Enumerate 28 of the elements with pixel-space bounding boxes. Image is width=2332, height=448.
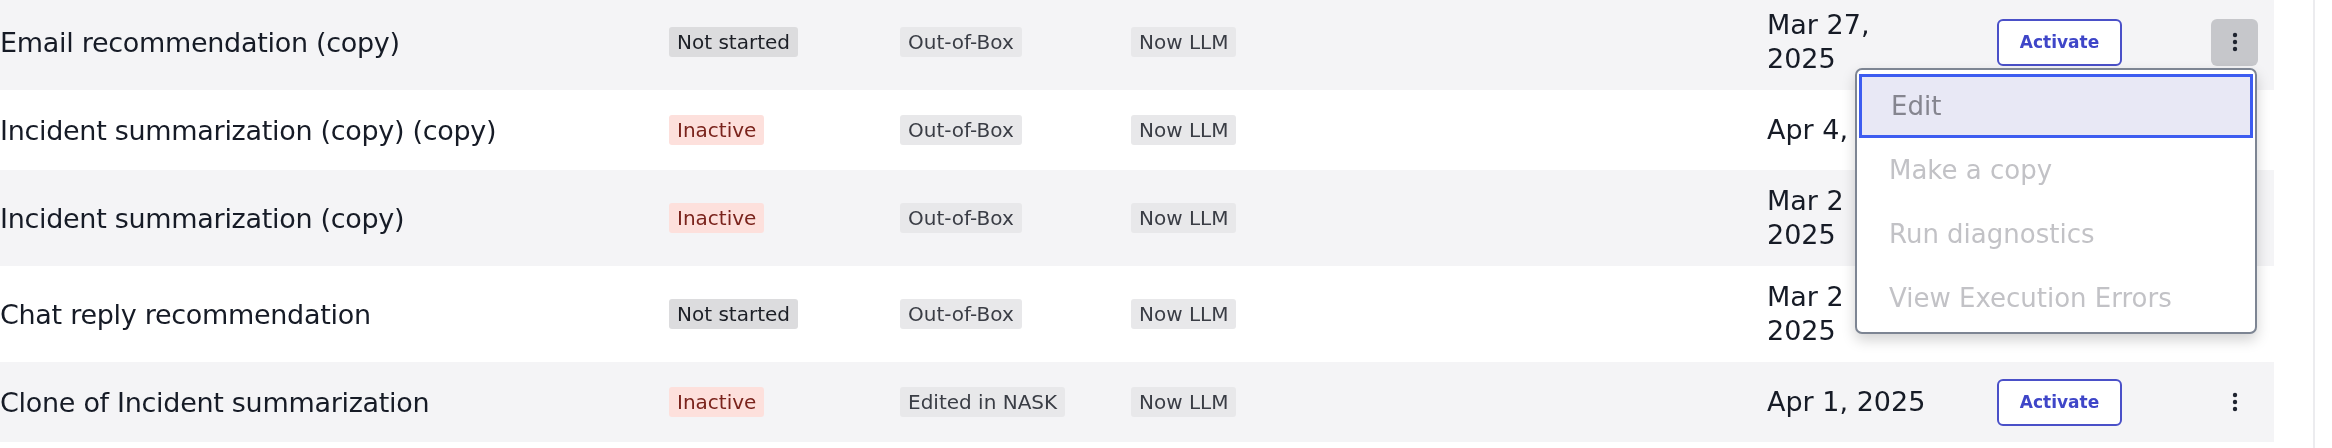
date-text: Apr 1, 2025 <box>1767 386 1926 417</box>
model-tag: Now LLM <box>1131 115 1237 145</box>
model-tag: Now LLM <box>1131 27 1237 57</box>
status-badge: Not started <box>669 299 798 329</box>
source-tag: Out-of-Box <box>900 299 1022 329</box>
date-text: Mar 2 2025 <box>1767 281 1844 346</box>
date-text: Apr 4, <box>1767 114 1849 145</box>
model-tag: Now LLM <box>1131 203 1237 233</box>
item-name: Email recommendation (copy) <box>0 26 400 58</box>
source-tag: Out-of-Box <box>900 27 1022 57</box>
more-options-icon[interactable] <box>2211 18 2258 66</box>
status-badge: Not started <box>669 27 798 57</box>
model-tag: Now LLM <box>1131 299 1237 329</box>
date-text: Mar 2 2025 <box>1767 185 1844 250</box>
status-badge: Inactive <box>669 387 765 417</box>
source-tag: Edited in NASK <box>900 387 1066 417</box>
item-name: Clone of Incident summarization <box>0 386 430 418</box>
source-tag: Out-of-Box <box>900 115 1022 145</box>
status-badge: Inactive <box>669 115 765 145</box>
model-tag: Now LLM <box>1131 387 1237 417</box>
activate-button[interactable]: Activate <box>1997 378 2122 426</box>
source-tag: Out-of-Box <box>900 203 1022 233</box>
status-badge: Inactive <box>669 203 765 233</box>
activate-button[interactable]: Activate <box>1997 18 2122 66</box>
item-name: Incident summarization (copy) <box>0 202 405 234</box>
item-name: Incident summarization (copy) (copy) <box>0 114 497 146</box>
item-name: Chat reply recommendation <box>0 298 371 330</box>
date-text: Mar 27, 2025 <box>1767 9 1870 74</box>
